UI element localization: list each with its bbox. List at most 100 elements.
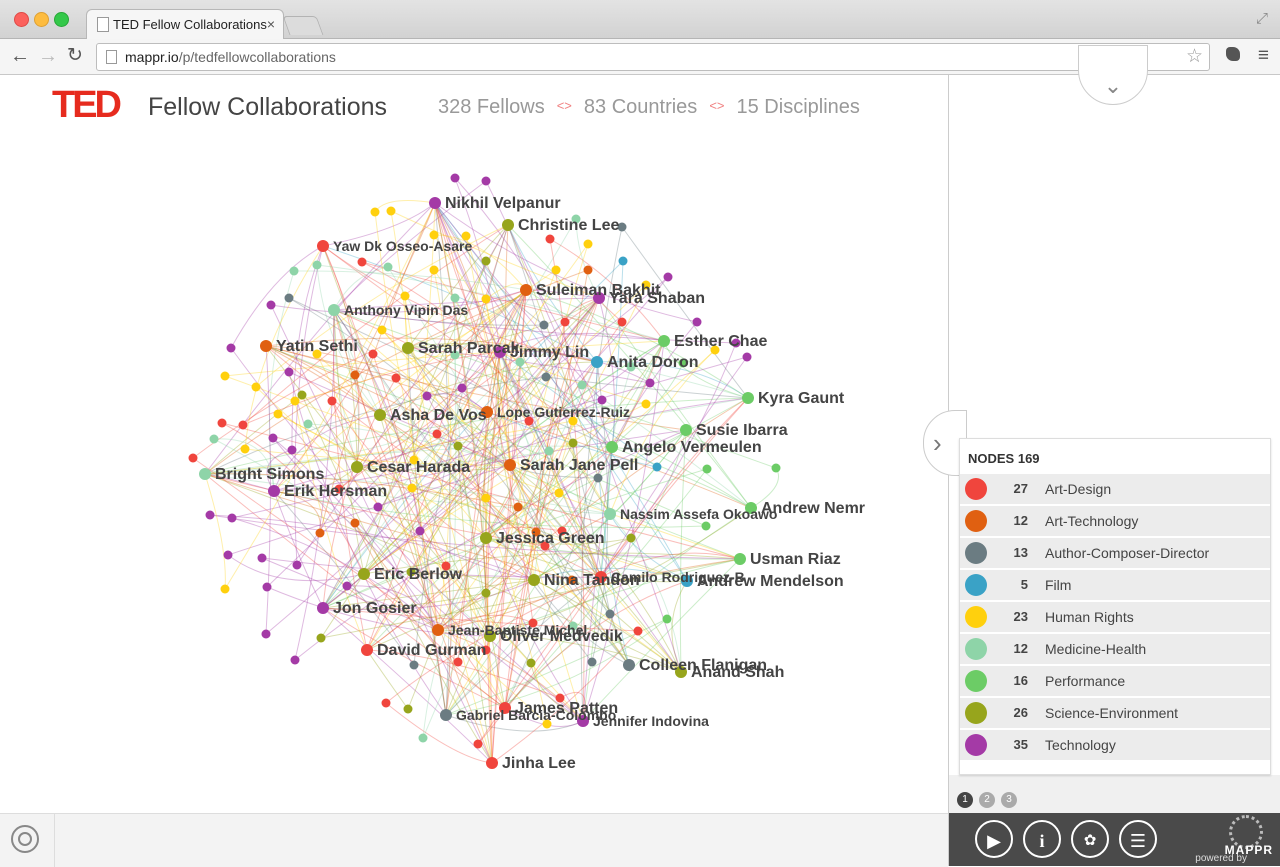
graph-node[interactable] [289, 266, 299, 276]
graph-node[interactable] [350, 518, 360, 528]
node-label[interactable]: Christine Lee [518, 217, 619, 234]
graph-node[interactable] [587, 657, 597, 667]
network-graph[interactable]: Nikhil Velpanur Christine Lee Yaw Dk Osseo… [0, 75, 948, 813]
node-label[interactable]: Jinha Lee [502, 755, 576, 772]
node-label[interactable]: Jessica Green [496, 530, 605, 547]
graph-node[interactable] [652, 462, 662, 472]
graph-node[interactable] [604, 508, 616, 520]
graph-node[interactable] [415, 526, 425, 536]
graph-node[interactable] [268, 485, 280, 497]
graph-node[interactable] [220, 584, 230, 594]
graph-node[interactable] [381, 698, 391, 708]
minimize-window-button[interactable] [34, 12, 49, 27]
graph-node[interactable] [251, 382, 261, 392]
graph-node[interactable] [453, 441, 463, 451]
legend-item[interactable]: 35 Technology [960, 730, 1270, 760]
graph-node[interactable] [391, 373, 401, 383]
graph-node[interactable] [409, 660, 419, 670]
graph-node[interactable] [377, 325, 387, 335]
legend-item[interactable]: 12 Medicine-Health [960, 634, 1270, 664]
graph-node[interactable] [403, 704, 413, 714]
graph-node[interactable] [560, 317, 570, 327]
graph-node[interactable] [429, 265, 439, 275]
tab-close-icon[interactable]: × [267, 16, 275, 32]
page-dot[interactable]: 1 [957, 792, 973, 808]
graph-node[interactable] [316, 633, 326, 643]
graph-node[interactable] [480, 532, 492, 544]
node-label[interactable]: Jennifer Indovina [593, 713, 709, 729]
node-label[interactable]: David Gurman [377, 642, 486, 659]
graph-node[interactable] [257, 553, 267, 563]
node-label[interactable]: Oliver Medvedik [500, 628, 623, 645]
node-label[interactable]: Nikhil Velpanur [445, 195, 561, 212]
graph-node[interactable] [273, 409, 283, 419]
graph-node[interactable] [702, 464, 712, 474]
graph-node[interactable] [227, 513, 237, 523]
graph-node[interactable] [223, 550, 233, 560]
graph-node[interactable] [262, 582, 272, 592]
node-label[interactable]: Esther Chae [674, 333, 767, 350]
graph-node[interactable] [692, 317, 702, 327]
legend-item[interactable]: 5 Film [960, 570, 1270, 600]
page-dot[interactable]: 3 [1001, 792, 1017, 808]
node-label[interactable]: Anand Shah [691, 664, 784, 681]
graph-node[interactable] [457, 383, 467, 393]
node-label[interactable]: Cesar Harada [367, 459, 470, 476]
graph-node[interactable] [342, 581, 352, 591]
graph-node[interactable] [357, 257, 367, 267]
zoom-window-button[interactable] [54, 12, 69, 27]
graph-node[interactable] [481, 493, 491, 503]
browser-menu-icon[interactable]: ≡ [1258, 45, 1269, 67]
graph-node[interactable] [618, 256, 628, 266]
reset-view-button[interactable] [0, 814, 55, 867]
graph-node[interactable] [701, 521, 711, 531]
legend-item[interactable]: 16 Performance [960, 666, 1270, 696]
graph-node[interactable] [526, 658, 536, 668]
graph-node[interactable] [358, 568, 370, 580]
legend-item[interactable]: 27 Art-Design [960, 474, 1270, 504]
graph-node[interactable] [568, 438, 578, 448]
graph-node[interactable] [513, 502, 523, 512]
graph-node[interactable] [374, 409, 386, 421]
address-bar[interactable]: mappr.io/p/tedfellowcollaborations ☆ [96, 43, 1210, 71]
graph-node[interactable] [402, 342, 414, 354]
graph-node[interactable] [554, 488, 564, 498]
graph-node[interactable] [422, 391, 432, 401]
graph-node[interactable] [209, 434, 219, 444]
list-icon[interactable]: ☰ [1119, 820, 1157, 858]
twitter-icon[interactable]: ✿ [1071, 820, 1109, 858]
graph-node[interactable] [583, 239, 593, 249]
graph-node[interactable] [641, 399, 651, 409]
graph-node[interactable] [450, 173, 460, 183]
graph-node[interactable] [593, 473, 603, 483]
fullscreen-icon[interactable]: ⤢ [1256, 10, 1268, 27]
node-label[interactable]: Yatin Sethi [276, 338, 358, 355]
graph-node[interactable] [260, 340, 272, 352]
graph-node[interactable] [617, 317, 627, 327]
graph-node[interactable] [386, 206, 396, 216]
graph-node[interactable] [292, 560, 302, 570]
graph-node[interactable] [481, 176, 491, 186]
node-label[interactable]: Sarah Jane Pell [520, 457, 638, 474]
graph-node[interactable] [662, 614, 672, 624]
graph-node[interactable] [328, 304, 340, 316]
graph-node[interactable] [605, 609, 615, 619]
graph-node[interactable] [368, 349, 378, 359]
graph-node[interactable] [350, 370, 360, 380]
node-label[interactable]: Erik Hersman [284, 483, 387, 500]
node-label[interactable]: Anita Doron [607, 354, 699, 371]
graph-node[interactable] [591, 356, 603, 368]
graph-node[interactable] [284, 293, 294, 303]
graph-node[interactable] [297, 390, 307, 400]
legend-item[interactable]: 23 Human Rights [960, 602, 1270, 632]
graph-node[interactable] [429, 197, 441, 209]
graph-node[interactable] [188, 453, 198, 463]
graph-node[interactable] [645, 378, 655, 388]
graph-node[interactable] [418, 733, 428, 743]
graph-node[interactable] [317, 602, 329, 614]
graph-node[interactable] [312, 260, 322, 270]
graph-node[interactable] [432, 429, 442, 439]
node-label[interactable]: Jon Gosier [333, 600, 417, 617]
graph-node[interactable] [290, 655, 300, 665]
legend-item[interactable]: 13 Author-Composer-Director [960, 538, 1270, 568]
